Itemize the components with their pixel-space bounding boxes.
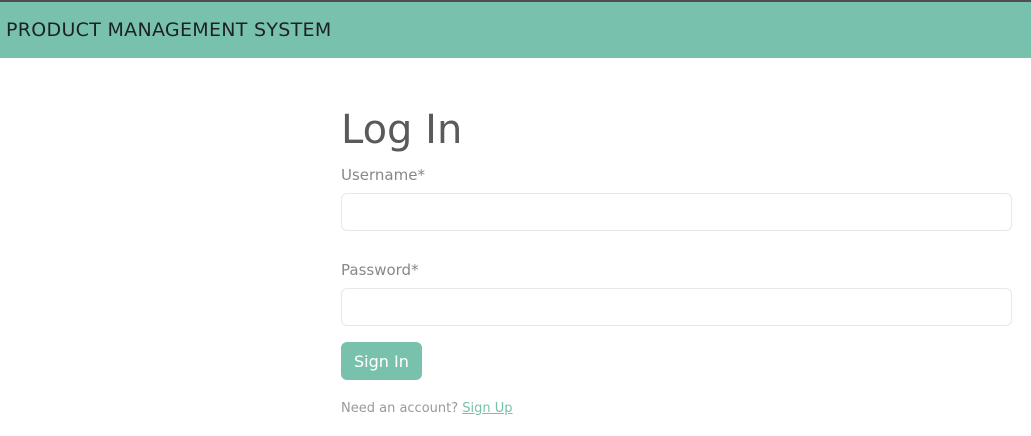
- login-form: Log In Username* Password* Sign In Need …: [341, 106, 1012, 417]
- sign-up-link[interactable]: Sign Up: [462, 401, 512, 416]
- page-title: Log In: [341, 107, 463, 153]
- username-group: Username*: [341, 166, 1012, 231]
- sign-in-button[interactable]: Sign In: [341, 342, 422, 380]
- password-label: Password*: [341, 261, 419, 279]
- signup-note: Need an account? Sign Up: [341, 401, 1012, 417]
- password-input[interactable]: [341, 288, 1012, 326]
- top-navbar: PRODUCT MANAGEMENT SYSTEM: [0, 0, 1031, 58]
- username-input[interactable]: [341, 193, 1012, 231]
- navbar-brand[interactable]: PRODUCT MANAGEMENT SYSTEM: [6, 18, 332, 42]
- username-label: Username*: [341, 166, 425, 184]
- password-group: Password*: [341, 261, 1012, 326]
- signup-prompt: Need an account?: [341, 401, 459, 416]
